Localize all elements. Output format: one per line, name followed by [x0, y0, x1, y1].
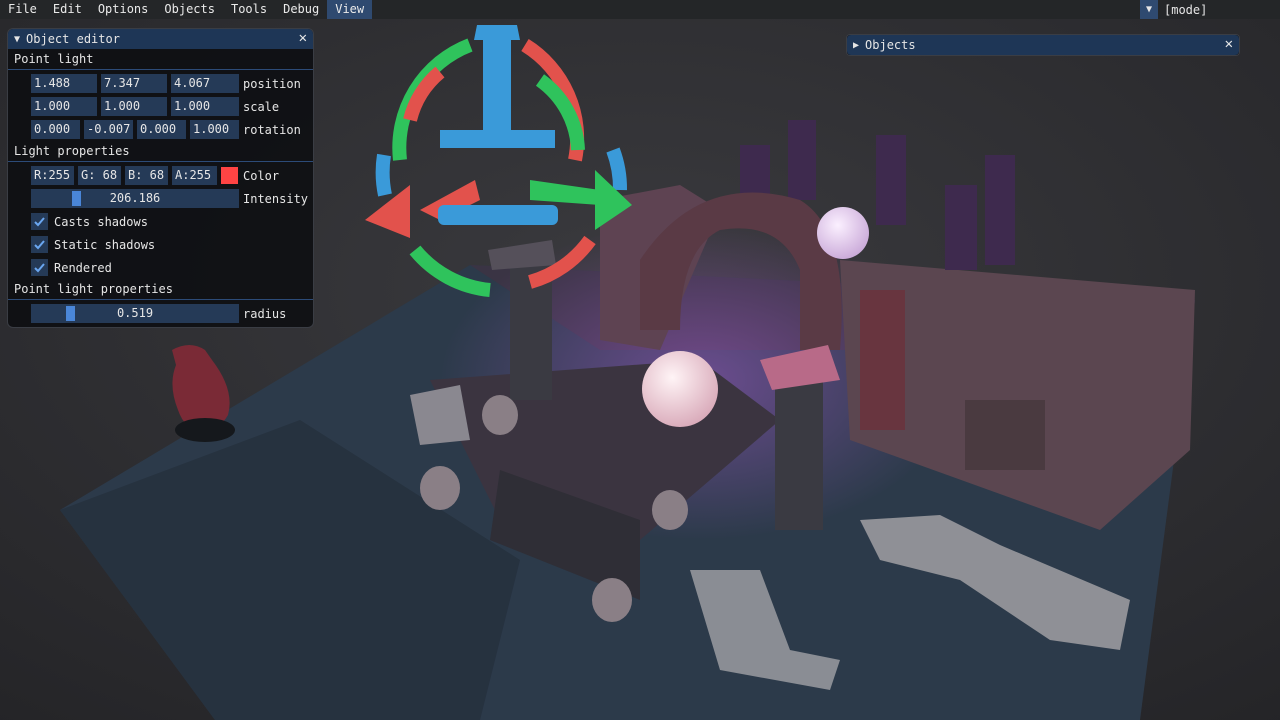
section-point-light-properties: Point light properties [8, 279, 313, 300]
position-label: position [243, 76, 301, 91]
radius-row: 0.519 radius [8, 302, 313, 325]
rotation-row: 0.000 -0.007 0.000 1.000 rotation [8, 118, 313, 141]
menu-view[interactable]: View [327, 0, 373, 19]
rotation-y-field[interactable]: -0.007 [84, 120, 133, 139]
close-icon[interactable]: ✕ [1225, 36, 1233, 52]
position-x-field[interactable]: 1.488 [31, 74, 97, 93]
position-y-field[interactable]: 7.347 [101, 74, 167, 93]
menu-objects[interactable]: Objects [156, 0, 223, 19]
static-shadows-checkbox[interactable] [31, 236, 48, 253]
objects-titlebar[interactable]: ▶ Objects ✕ [847, 35, 1239, 55]
scale-z-field[interactable]: 1.000 [171, 97, 239, 116]
rotation-z-field[interactable]: 0.000 [137, 120, 186, 139]
static-shadows-label: Static shadows [54, 237, 156, 252]
casts-shadows-checkbox[interactable] [31, 213, 48, 230]
color-a-field[interactable]: A:255 [172, 166, 217, 185]
checkmark-icon [34, 240, 45, 250]
menu-edit[interactable]: Edit [45, 0, 90, 19]
expand-triangle-icon[interactable]: ▶ [853, 40, 859, 51]
rendered-checkbox[interactable] [31, 259, 48, 276]
radius-value: 0.519 [116, 306, 154, 320]
casts-shadows-row: Casts shadows [8, 210, 313, 233]
objects-title: Objects [865, 38, 916, 52]
rotation-x-field[interactable]: 0.000 [31, 120, 80, 139]
menu-options[interactable]: Options [90, 0, 157, 19]
scale-x-field[interactable]: 1.000 [31, 97, 97, 116]
rotation-w-field[interactable]: 1.000 [190, 120, 239, 139]
checkmark-icon [34, 217, 45, 227]
position-z-field[interactable]: 4.067 [171, 74, 239, 93]
rendered-label: Rendered [54, 260, 112, 275]
rotation-label: rotation [243, 122, 301, 137]
static-shadows-row: Static shadows [8, 233, 313, 256]
section-light-properties: Light properties [8, 141, 313, 162]
section-point-light: Point light [8, 49, 313, 70]
position-row: 1.488 7.347 4.067 position [8, 72, 313, 95]
intensity-slider-grab[interactable] [72, 191, 81, 206]
rendered-row: Rendered [8, 256, 313, 279]
mode-dropdown-arrow-icon[interactable]: ▼ [1140, 0, 1158, 19]
color-b-field[interactable]: B: 68 [125, 166, 168, 185]
intensity-value: 206.186 [109, 191, 161, 205]
menu-debug[interactable]: Debug [275, 0, 327, 19]
scale-row: 1.000 1.000 1.000 scale [8, 95, 313, 118]
object-editor-title: Object editor [26, 32, 120, 46]
casts-shadows-label: Casts shadows [54, 214, 148, 229]
radius-label: radius [243, 306, 287, 321]
radius-slider-grab[interactable] [66, 306, 75, 321]
menu-file[interactable]: File [0, 0, 45, 19]
mode-selector[interactable]: ▼ [mode] [1140, 0, 1280, 19]
checkmark-icon [34, 263, 45, 273]
radius-slider[interactable]: 0.519 [31, 304, 239, 323]
object-editor-panel: ▼ Object editor ✕ Point light 1.488 7.34… [7, 28, 314, 328]
scale-label: scale [243, 99, 280, 114]
close-icon[interactable]: ✕ [299, 30, 307, 46]
light-sphere [642, 351, 718, 427]
collapse-triangle-icon[interactable]: ▼ [14, 34, 20, 45]
menu-tools[interactable]: Tools [223, 0, 275, 19]
color-swatch[interactable] [221, 167, 238, 184]
menu-bar: File Edit Options Objects Tools Debug Vi… [0, 0, 1280, 19]
color-g-field[interactable]: G: 68 [78, 166, 121, 185]
color-row: R:255 G: 68 B: 68 A:255 Color [8, 164, 313, 187]
object-editor-titlebar[interactable]: ▼ Object editor ✕ [8, 29, 313, 49]
color-r-field[interactable]: R:255 [31, 166, 74, 185]
scale-y-field[interactable]: 1.000 [101, 97, 167, 116]
color-label: Color [243, 168, 280, 183]
intensity-row: 206.186 Intensity [8, 187, 313, 210]
intensity-label: Intensity [243, 191, 309, 206]
objects-panel: ▶ Objects ✕ [846, 34, 1240, 56]
intensity-slider[interactable]: 206.186 [31, 189, 239, 208]
mode-label: [mode] [1164, 2, 1208, 17]
